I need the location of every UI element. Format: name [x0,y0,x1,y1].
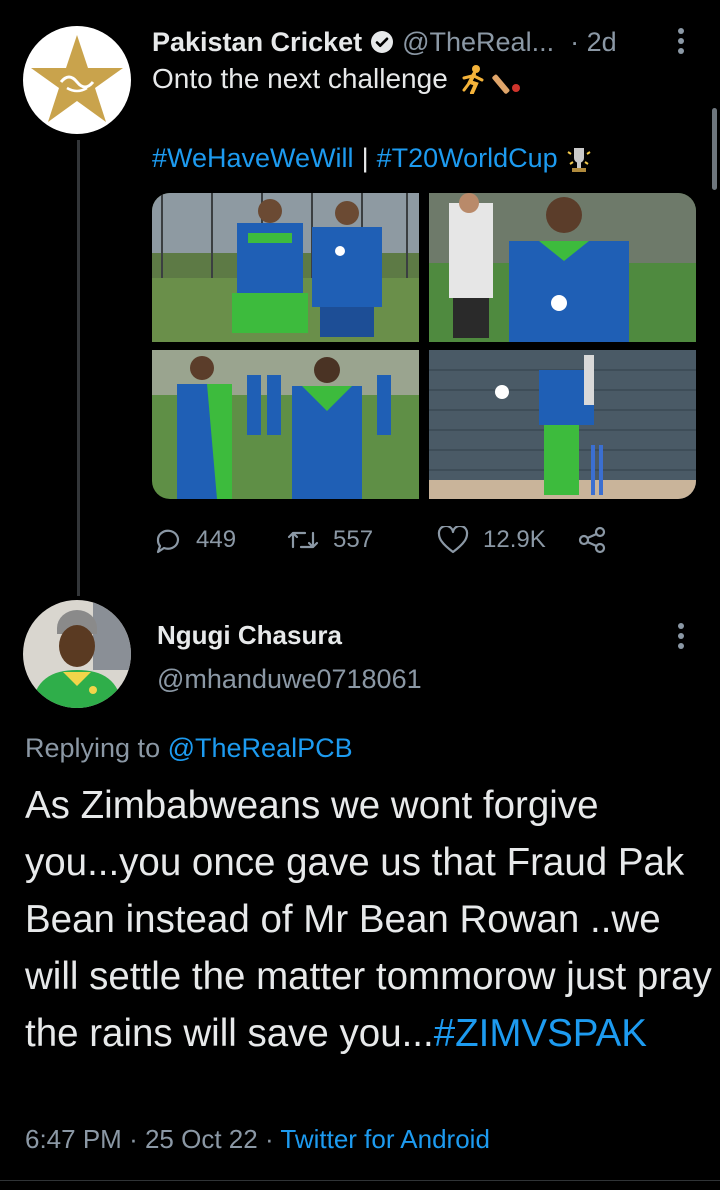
photo-1[interactable] [152,193,419,342]
bottom-divider [0,1180,720,1181]
hashtag-zimvspak[interactable]: #ZIMVSPAK [434,1012,647,1055]
verified-badge-icon [370,30,394,54]
reply-icon [156,529,180,554]
hashtag-t20worldcup[interactable]: #T20WorldCup [377,143,558,174]
hashtag-wehavewewill[interactable]: #WeHaveWeWill [152,143,354,174]
reply-source[interactable]: Twitter for Android [280,1124,490,1154]
pcb-star-logo-icon [31,35,123,122]
tweet-actions: 449 557 12.9K [152,518,621,562]
retweet-icon [287,531,319,549]
reply-time[interactable]: 6:47 PM [25,1124,122,1154]
reply-count: 449 [196,526,237,553]
replying-to: Replying to @TheRealPCB [25,733,353,764]
photo-3[interactable] [152,350,419,499]
tweet-text: Onto the next challenge [152,63,522,95]
time-value: 2d [586,26,617,57]
like-count: 12.9K [483,526,546,553]
pcb-avatar[interactable] [23,26,131,134]
runner-emoji-icon [462,65,484,94]
author-name[interactable]: Pakistan Cricket [152,27,362,58]
reply-meta: 6:47 PM · 25 Oct 22 · Twitter for Androi… [25,1124,490,1155]
replying-to-handle[interactable]: @TheRealPCB [168,733,353,763]
more-icon[interactable] [676,27,686,60]
time-separator: · [570,26,580,57]
like-icon [437,526,469,554]
reply-author-handle[interactable]: @mhanduwe0718061 [157,664,422,695]
share-button[interactable] [577,526,621,554]
author-handle[interactable]: @TheReal... [402,27,554,58]
replying-to-label: Replying to [25,733,161,763]
reply-body: As Zimbabweans we wont forgive you...you… [25,777,715,1062]
ngugi-avatar[interactable] [23,600,131,708]
cricket-bat-emoji-icon [492,74,520,94]
photo-2[interactable] [429,193,696,342]
like-button[interactable]: 12.9K [437,526,577,554]
tweet-time[interactable]: · 2d [570,27,617,58]
reply-author-name[interactable]: Ngugi Chasura [157,620,342,651]
meta-dot-1: · [129,1124,138,1154]
tweet-hashtags: #WeHaveWeWill | #T20WorldCup [152,143,594,174]
tweet-header: Pakistan Cricket @TheReal... · 2d [152,22,690,62]
photo-4[interactable] [429,350,696,499]
thread-connector [77,140,80,596]
reply-button[interactable]: 449 [152,526,287,554]
retweet-button[interactable]: 557 [287,526,437,554]
reply-more-icon[interactable] [676,622,686,655]
retweet-count: 557 [333,526,374,553]
meta-dot-2: · [264,1124,274,1154]
reply-date[interactable]: 25 Oct 22 [145,1124,258,1154]
tweet-text-content: Onto the next challenge [152,63,448,94]
scrollbar[interactable] [712,108,717,190]
share-icon [578,526,606,554]
trophy-emoji-icon [567,147,591,172]
media-grid [152,193,696,499]
hashtag-separator: | [361,143,369,173]
